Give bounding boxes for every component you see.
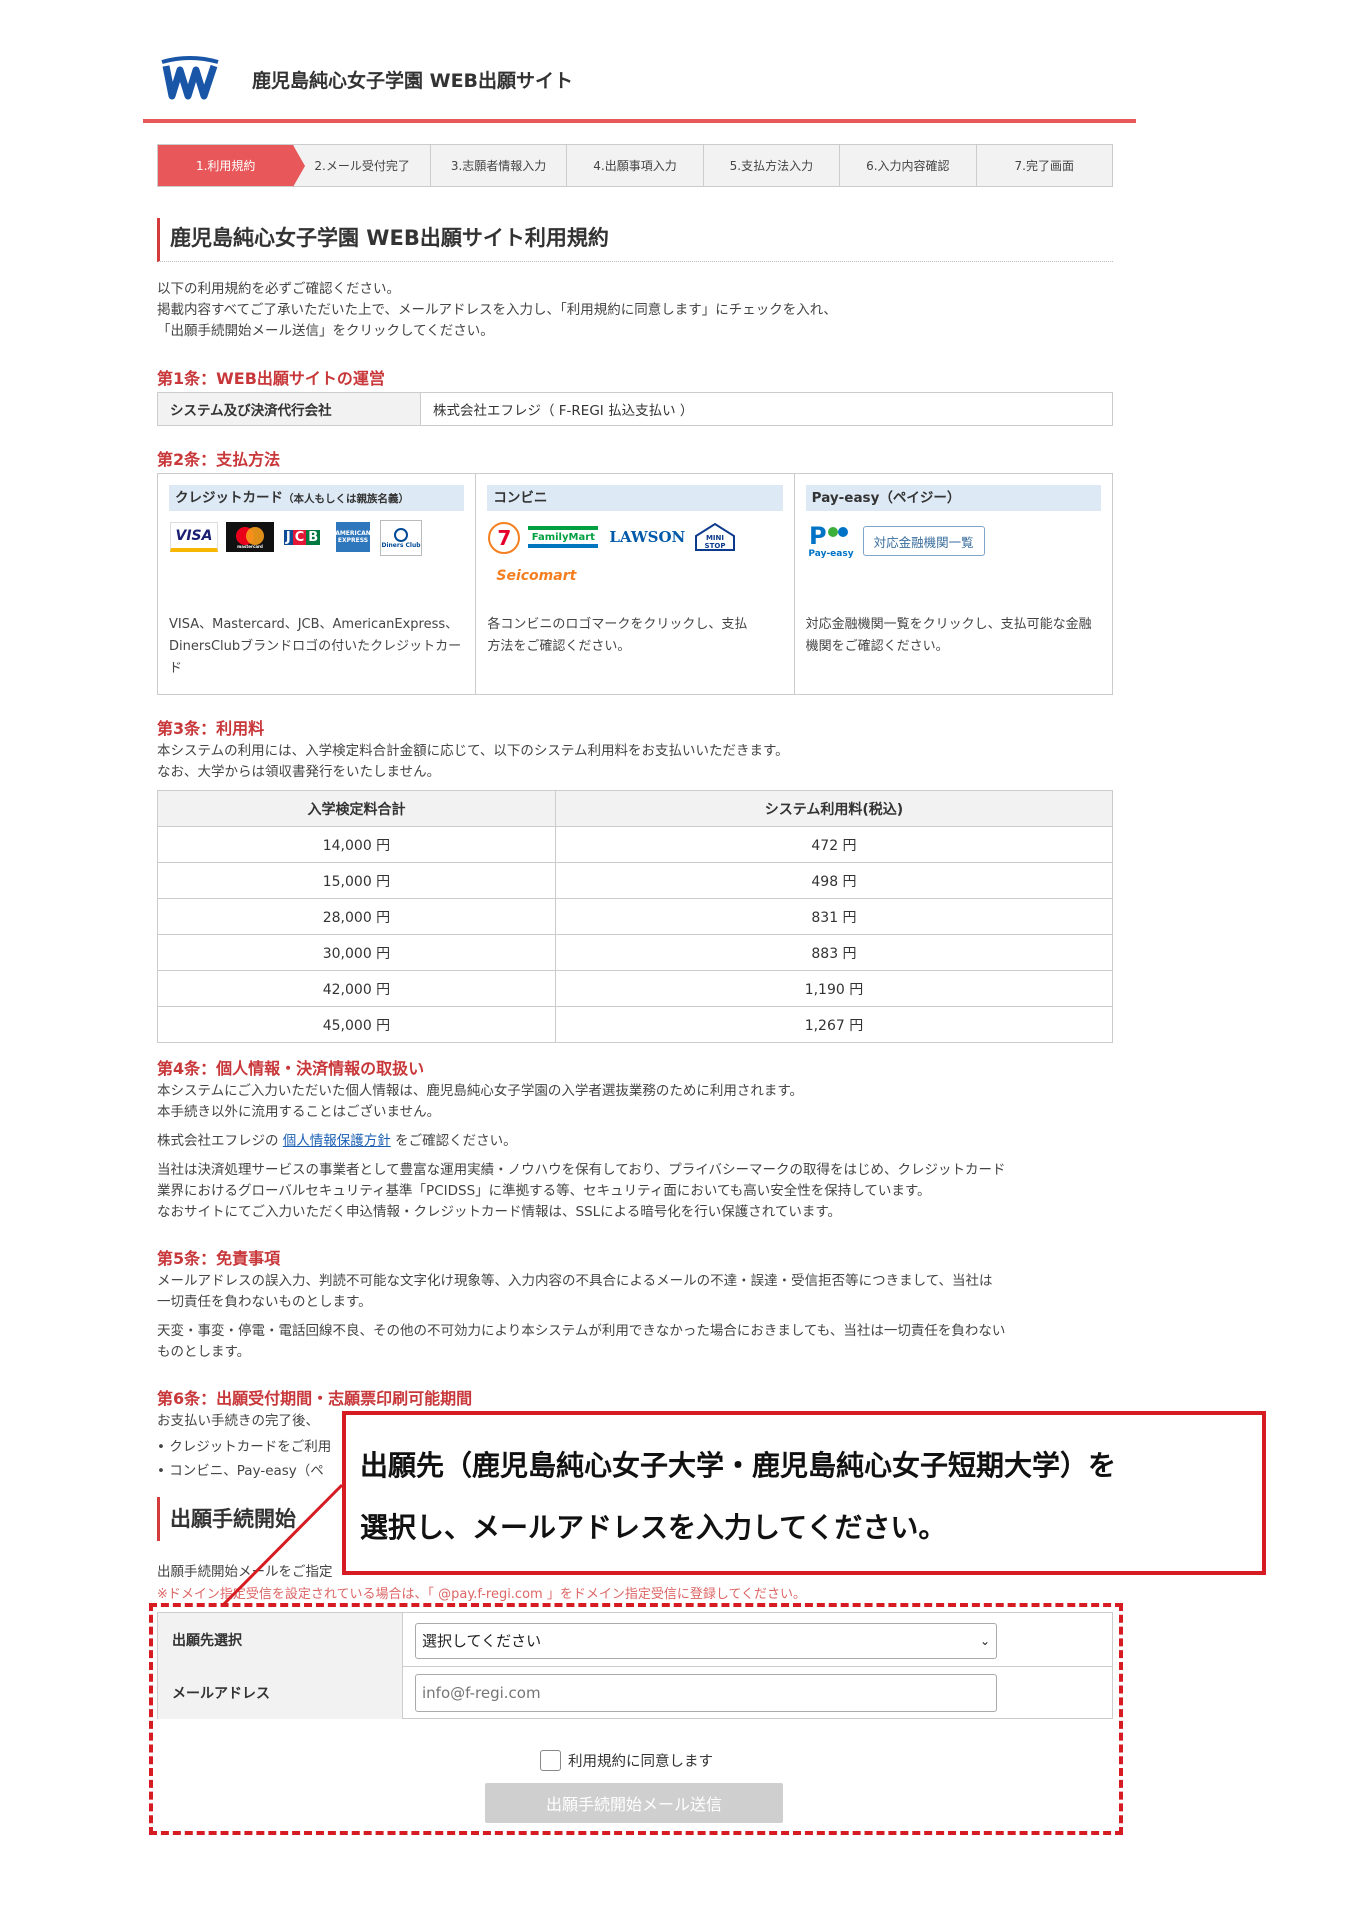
seicomart-logo-icon[interactable]: Seicomart — [488, 566, 584, 586]
header-divider — [143, 119, 1136, 123]
pay-easy-description: 対応金融機関一覧をクリックし、支払可能な金融機関をご確認ください。 — [805, 617, 1092, 654]
table-row: 42,000 円 1,190 円 — [157, 970, 1114, 1007]
article-4-heading: 第4条：個人情報・決済情報の取扱い — [157, 1059, 425, 1078]
intro-line-2: 掲載内容すべてご了承いただいた上で、メールアドレスを入力し、「利用規約に同意しま… — [157, 302, 837, 318]
table-row: 28,000 円 831 円 — [157, 898, 1114, 935]
operator-label: システム及び決済代行会社 — [158, 393, 421, 425]
diners-club-logo-icon[interactable]: Diners Club — [380, 520, 422, 556]
security-text-2: 業界におけるグローバルセキュリティ基準「PCIDSS」に準拠する等、セキュリティ… — [157, 1183, 931, 1199]
privacy-text-2: 本手続き以外に流用することはございません。 — [157, 1104, 441, 1120]
credit-card-title-note: （本人もしくは親族名義） — [283, 493, 409, 505]
form-note-2: ※ドメイン指定受信を設定されている場合は、「 @pay.f-regi.com 」… — [157, 1587, 807, 1602]
seven-eleven-logo-icon[interactable]: 7 — [488, 522, 521, 554]
pay-easy-title: Pay-easy（ペイジー） — [805, 485, 1101, 511]
convenience-store-description: 各コンビニのロゴマークをクリックし、支払方法をご確認ください。 — [487, 617, 748, 654]
svg-text:P: P — [809, 522, 827, 550]
credit-card-title: クレジットカード（本人もしくは親族名義） — [169, 485, 465, 511]
exam-fee-column-header: 入学検定料合計 — [157, 790, 556, 827]
disclaimer-text-2: 一切責任を負わないものとします。 — [157, 1294, 372, 1310]
highlight-frame — [149, 1603, 1123, 1835]
intro-line-1: 以下の利用規約を必ずご確認ください。 — [157, 281, 400, 297]
operator-table: システム及び決済代行会社 株式会社エフレジ（ F-REGI 払込支払い ） — [157, 392, 1113, 426]
page-title: 鹿児島純心女子学園 WEB出願サイト利用規約 — [157, 218, 1113, 262]
list-item: • コンビニ、Pay-easy（ペ — [157, 1463, 324, 1479]
site-title: 鹿児島純心女子学園 WEB出願サイト — [252, 70, 574, 92]
visa-logo-icon[interactable]: VISA — [170, 522, 218, 552]
article-3-heading: 第3条：利用料 — [157, 719, 265, 738]
privacy-text-1: 本システムにご入力いただいた個人情報は、鹿児島純心女子学園の入学者選抜業務のため… — [157, 1083, 803, 1099]
fee-table: 入学検定料合計 システム利用料(税込) 14,000 円 472 円 15,000… — [157, 790, 1114, 1043]
system-fee-column-header: システム利用料(税込) — [554, 790, 1114, 827]
table-row: 14,000 円 472 円 — [157, 826, 1114, 863]
payment-methods: クレジットカード（本人もしくは親族名義） VISA mastercard JCB… — [157, 473, 1113, 695]
table-row: 45,000 円 1,267 円 — [157, 1006, 1114, 1043]
security-text-1: 当社は決済処理サービスの事業者として豊富な運用実績・ノウハウを保有しており、プラ… — [157, 1162, 1006, 1178]
svg-text:MINI: MINI — [706, 534, 724, 542]
article-6-heading: 第6条：出願受付期間・志願票印刷可能期間 — [157, 1389, 473, 1408]
fee-text-2: なお、大学からは領収書発行をいたしません。 — [157, 764, 441, 780]
intro-line-3: 「出願手続開始メール送信」をクリックしてください。 — [157, 323, 494, 339]
pay-easy-panel: Pay-easy（ペイジー） P Pay-easy 対応金融機関一覧 対応金融機関… — [795, 474, 1112, 694]
step-4: 4.出願事項入力 — [567, 145, 704, 186]
school-logo — [161, 56, 219, 100]
disclaimer-text-4: ものとします。 — [157, 1344, 251, 1360]
mastercard-logo-icon[interactable]: mastercard — [226, 522, 274, 552]
credit-card-panel: クレジットカード（本人もしくは親族名義） VISA mastercard JCB… — [158, 474, 477, 694]
lawson-logo-icon[interactable]: LAWSON — [606, 524, 688, 550]
privacy-policy-line: 株式会社エフレジの 個人情報保護方針 をご確認ください。 — [157, 1133, 517, 1149]
convenience-store-panel: コンビニ 7 FamilyMart LAWSON MINI STOP Seicom… — [476, 474, 795, 694]
article-1-heading: 第1条：WEB出願サイトの運営 — [157, 369, 385, 388]
table-row: 30,000 円 883 円 — [157, 934, 1114, 971]
list-item: • クレジットカードをご利用 — [157, 1439, 332, 1455]
step-5: 5.支払方法入力 — [704, 145, 841, 186]
familymart-logo-icon[interactable]: FamilyMart — [528, 526, 599, 548]
financial-institutions-button[interactable]: 対応金融機関一覧 — [862, 526, 985, 556]
jcb-logo-icon[interactable]: JCB — [282, 522, 322, 552]
security-text-3: なおサイトにてご入力いただく申込情報・クレジットカード情報は、SSLによる暗号化… — [157, 1204, 841, 1220]
instruction-callout: 出願先（鹿児島純心女子大学・鹿児島純心女子短期大学）を 選択し、メールアドレスを… — [342, 1411, 1266, 1575]
step-6: 6.入力内容確認 — [840, 145, 977, 186]
step-7: 7.完了画面 — [1014, 159, 1074, 173]
convenience-store-title: コンビニ — [487, 485, 783, 511]
disclaimer-text-3: 天変・事変・停電・電話回線不良、その他の不可効力により本システムが利用できなかっ… — [157, 1323, 1006, 1339]
pay-easy-logo-icon: P Pay-easy — [807, 520, 855, 560]
callout-line-2: 選択し、メールアドレスを入力してください。 — [360, 1511, 947, 1544]
step-2: 2.メール受付完了 — [294, 145, 431, 186]
svg-text:Pay-easy: Pay-easy — [808, 549, 853, 559]
credit-card-description: VISA、Mastercard、JCB、AmericanExpress、Dine… — [169, 617, 462, 676]
period-text: お支払い手続きの完了後、 — [157, 1413, 319, 1429]
svg-text:STOP: STOP — [705, 542, 726, 550]
ministop-logo-icon[interactable]: MINI STOP — [694, 522, 736, 552]
disclaimer-text-1: メールアドレスの誤入力、判読不可能な文字化け現象等、入力内容の不具合によるメール… — [157, 1273, 993, 1289]
amex-logo-icon[interactable]: AMERICAN EXPRESS — [335, 522, 371, 552]
step-1: 1.利用規約 — [158, 145, 306, 187]
article-5-heading: 第5条：免責事項 — [157, 1249, 281, 1268]
privacy-policy-link[interactable]: 個人情報保護方針 — [283, 1133, 391, 1149]
form-note-1: 出願手続開始メールをご指定 — [157, 1564, 333, 1580]
fee-text-1: 本システムの利用には、入学検定料合計金額に応じて、以下のシステム利用料をお支払い… — [157, 743, 789, 759]
fee-table-header: 入学検定料合計 システム利用料(税込) — [157, 790, 1114, 827]
callout-line-1: 出願先（鹿児島純心女子大学・鹿児島純心女子短期大学）を — [360, 1449, 1117, 1482]
operator-value: 株式会社エフレジ（ F-REGI 払込支払い ） — [433, 403, 694, 419]
table-row: 15,000 円 498 円 — [157, 862, 1114, 899]
step-3: 3.志願者情報入力 — [431, 145, 568, 186]
progress-steps: 1.利用規約 2.メール受付完了 3.志願者情報入力 4.出願事項入力 5.支払… — [157, 144, 1113, 187]
article-2-heading: 第2条：支払方法 — [157, 450, 281, 469]
svg-text:mastercard: mastercard — [237, 544, 263, 549]
